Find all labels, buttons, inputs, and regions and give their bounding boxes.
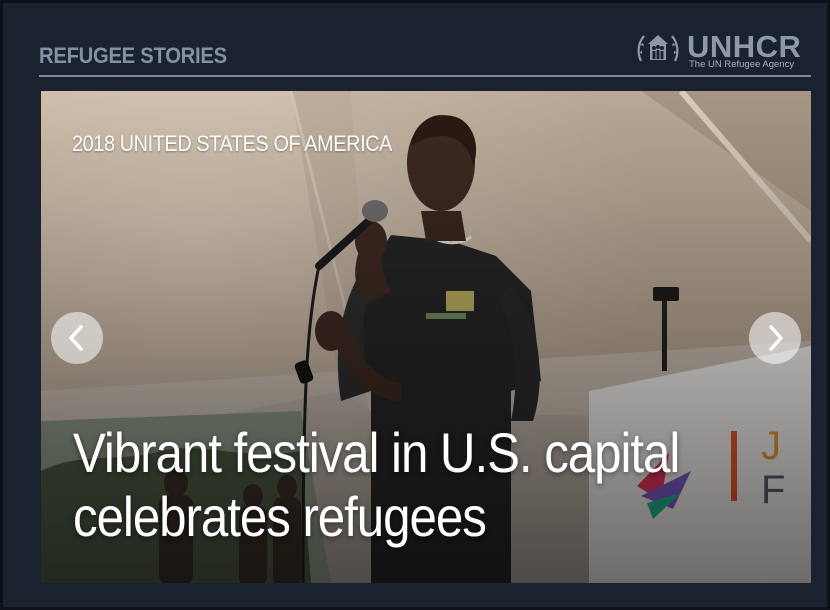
previous-slide-button[interactable] bbox=[51, 312, 103, 364]
unhcr-emblem-icon bbox=[637, 35, 679, 62]
section-title: REFUGEE STORIES bbox=[39, 43, 227, 68]
story-kicker: 2018 UNITED STATES OF AMERICA bbox=[72, 131, 393, 156]
brand-tagline: The UN Refugee Agency bbox=[689, 59, 795, 70]
story-headline[interactable]: Vibrant festival in U.S. capital celebra… bbox=[73, 421, 689, 549]
story-slide[interactable]: J F bbox=[41, 91, 811, 583]
widget-header: REFUGEE STORIES UNHCR The UN Refugee Age… bbox=[39, 29, 811, 77]
unhcr-logo[interactable]: UNHCR The UN Refugee Agency bbox=[635, 29, 811, 73]
story-headline-line-1: Vibrant festival in U.S. capital bbox=[73, 421, 680, 484]
story-headline-line-2: celebrates refugees bbox=[73, 485, 487, 548]
chevron-right-icon bbox=[769, 325, 783, 351]
chevron-left-icon bbox=[69, 325, 83, 351]
next-slide-button[interactable] bbox=[749, 312, 801, 364]
refugee-stories-widget: REFUGEE STORIES UNHCR The UN Refugee Age… bbox=[0, 0, 830, 610]
